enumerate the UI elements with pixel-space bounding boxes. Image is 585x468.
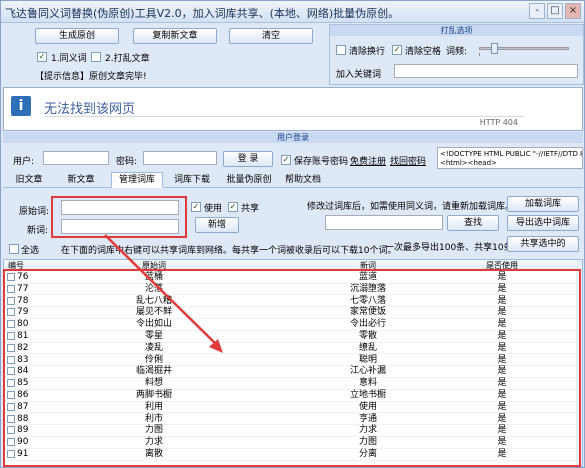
info-icon: i xyxy=(11,96,31,116)
highlight-input-box xyxy=(51,196,187,238)
user-input[interactable] xyxy=(43,151,109,165)
shuffle-options-title: 打乱选项 xyxy=(330,25,583,36)
login-button[interactable]: 登 录 xyxy=(223,151,273,167)
search-input[interactable] xyxy=(325,215,443,230)
keyword-input[interactable] xyxy=(394,64,578,78)
browser-error-code: HTTP 404 xyxy=(479,118,518,127)
clear-newline-label: 清除换行 xyxy=(349,47,386,57)
tab-new-article[interactable]: 新文章 xyxy=(61,173,101,188)
register-link[interactable]: 免费注册 xyxy=(350,154,386,167)
generate-button[interactable]: 生成原创 xyxy=(35,28,119,44)
html-preview-box: <!DOCTYPE HTML PUBLIC "-//IETF//DTD HTML… xyxy=(437,147,583,169)
shuffle-checkbox[interactable] xyxy=(91,52,101,62)
synonym-checkbox[interactable]: ✓ xyxy=(37,52,47,62)
share-checkbox[interactable]: ✓ xyxy=(228,202,238,212)
select-all-checkbox[interactable] xyxy=(9,244,19,254)
tab-help[interactable]: 帮助文档 xyxy=(279,173,327,188)
tab-old-article[interactable]: 旧文章 xyxy=(9,173,49,188)
shuffle-label: 2.打乱文章 xyxy=(105,54,150,64)
add-word-button[interactable]: 新增 xyxy=(195,217,239,233)
synonym-label: 1.同义词 xyxy=(51,54,87,64)
share-selected-button[interactable]: 共享选中的 xyxy=(507,236,579,252)
info-message: 【提示信息】原创文章完毕! xyxy=(35,72,147,82)
window-title: 飞达鲁同义词替换(伪原创)工具V2.0，加入词库共享、(本地、网络)批量伪原创。 xyxy=(5,7,400,20)
reload-hint: 修改过词库后，如需使用同义词，请重新加载词库。 xyxy=(307,202,515,212)
close-button[interactable]: × xyxy=(565,3,581,19)
browser-heading: 无法找到该网页 xyxy=(44,102,136,117)
forgot-password-link[interactable]: 找回密码 xyxy=(390,154,426,167)
highlight-table-box xyxy=(3,269,581,467)
password-label: 密码: xyxy=(116,157,138,167)
wording-label: 词频: xyxy=(446,47,468,57)
share-note: 在下面的词库中右键可以共享词库到网络。每共享一个词被收录后可以下载10个词。 xyxy=(61,246,397,256)
original-word-label: 原始词: xyxy=(19,207,50,217)
share-label: 共享 xyxy=(241,204,260,214)
keyword-label: 加入关键词 xyxy=(336,70,382,80)
new-word-label: 新词: xyxy=(27,226,49,236)
load-lexicon-button[interactable]: 加载词库 xyxy=(507,196,579,212)
minimize-button[interactable]: - xyxy=(529,3,545,19)
tab-batch-rewrite[interactable]: 批量伪原创 xyxy=(219,173,279,188)
slider-ticks xyxy=(479,53,569,56)
login-title: 用户登录 xyxy=(3,132,583,143)
tab-manage-lexicon[interactable]: 管理词库 xyxy=(111,172,163,188)
password-input[interactable] xyxy=(143,151,217,165)
save-credentials-label: 保存账号密码 xyxy=(294,157,349,167)
app-window: 飞达鲁同义词替换(伪原创)工具V2.0，加入词库共享、(本地、网络)批量伪原创。… xyxy=(0,0,585,468)
tab-bar: 旧文章 新文章 管理词库 词库下载 批量伪原创 帮助文档 xyxy=(3,172,583,188)
export-selected-button[interactable]: 导出选中词库 xyxy=(507,215,579,231)
clear-newline-checkbox[interactable] xyxy=(336,45,346,55)
browser-divider xyxy=(44,116,524,117)
title-bar: 飞达鲁同义词替换(伪原创)工具V2.0，加入词库共享、(本地、网络)批量伪原创。… xyxy=(1,1,584,23)
html-preview-line-1: <!DOCTYPE HTML PUBLIC "-//IETF//DTD HTML xyxy=(440,150,582,158)
use-checkbox[interactable]: ✓ xyxy=(191,202,201,212)
web-browser-panel: i 无法找到该网页 HTTP 404 xyxy=(3,87,583,131)
copy-article-button[interactable]: 复制新文章 xyxy=(133,28,217,44)
select-all-label: 全选 xyxy=(21,246,40,256)
generate-panel: 生成原创 复制新文章 清空 ✓ 1.同义词 2.打乱文章 【提示信息】原创文章完… xyxy=(3,24,325,85)
use-label: 使用 xyxy=(204,204,223,214)
save-credentials-checkbox[interactable]: ✓ xyxy=(281,155,291,165)
clear-button[interactable]: 清空 xyxy=(229,28,313,44)
clear-space-checkbox[interactable]: ✓ xyxy=(392,45,402,55)
clear-space-label: 清除空格 xyxy=(405,47,442,57)
tab-lexicon-download[interactable]: 词库下载 xyxy=(167,173,217,188)
html-preview-line-2: <html><head> xyxy=(440,159,497,167)
user-label: 用户: xyxy=(13,157,35,167)
find-button[interactable]: 查找 xyxy=(447,215,499,231)
export-limit-note: 一次最多导出100条、共享10条。 xyxy=(385,243,522,253)
maximize-button[interactable]: □ xyxy=(547,3,563,19)
